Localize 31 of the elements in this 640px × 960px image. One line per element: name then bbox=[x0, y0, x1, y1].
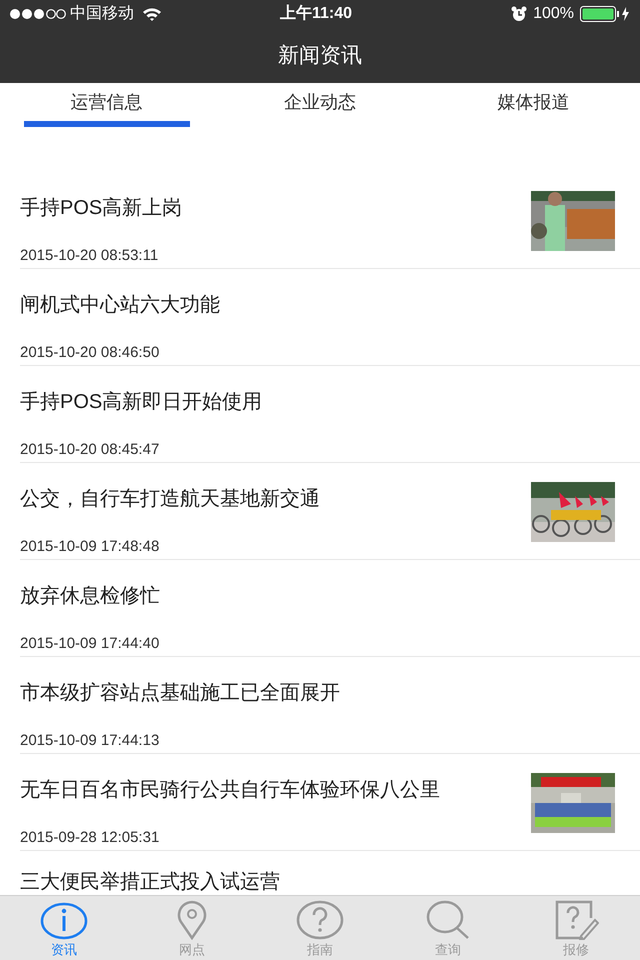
news-date: 2015-10-09 17:44:40 bbox=[20, 634, 160, 654]
news-title[interactable]: 手持POS高新上岗 bbox=[20, 194, 450, 222]
news-date: 2015-10-20 08:46:50 bbox=[20, 343, 160, 363]
news-title[interactable]: 三大便民举措正式投入试运营 bbox=[20, 870, 450, 894]
news-title[interactable]: 无车日百名市民骑行公共自行车体验环保八公里 bbox=[20, 776, 450, 804]
wifi-icon bbox=[142, 7, 162, 21]
page-title: 新闻资讯 bbox=[278, 42, 362, 69]
news-title[interactable]: 市本级扩容站点基础施工已全面展开 bbox=[20, 679, 450, 707]
alarm-icon bbox=[511, 6, 528, 22]
help-icon bbox=[296, 900, 344, 940]
battery-percent: 100% bbox=[533, 4, 574, 24]
signal-icon bbox=[10, 8, 66, 20]
battery-icon bbox=[580, 6, 630, 22]
news-title[interactable]: 公交，自行车打造航天基地新交通 bbox=[20, 485, 450, 513]
news-date: 2015-10-09 17:48:48 bbox=[20, 537, 160, 557]
news-date: 2015-10-20 08:53:11 bbox=[20, 246, 160, 266]
news-title[interactable]: 手持POS高新即日开始使用 bbox=[20, 388, 450, 416]
carrier-name: 中国移动 bbox=[70, 4, 134, 24]
category-tab[interactable]: 企业动态 bbox=[213, 83, 427, 130]
location-pin-icon bbox=[176, 900, 208, 940]
search-icon bbox=[425, 900, 471, 940]
news-date: 2015-10-20 08:45:47 bbox=[20, 440, 160, 460]
report-icon bbox=[553, 900, 599, 940]
news-title[interactable]: 闸机式中心站六大功能 bbox=[20, 291, 450, 319]
category-tab[interactable]: 媒体报道 bbox=[426, 83, 640, 130]
news-date: 2015-10-09 17:44:13 bbox=[20, 731, 160, 751]
category-tab[interactable]: 运营信息 bbox=[0, 83, 214, 130]
news-date: 2015-09-28 12:05:31 bbox=[20, 828, 160, 848]
clock-time: 上午11:40 bbox=[280, 4, 352, 24]
info-icon bbox=[40, 902, 88, 940]
news-title[interactable]: 放弃休息检修忙 bbox=[20, 582, 450, 610]
